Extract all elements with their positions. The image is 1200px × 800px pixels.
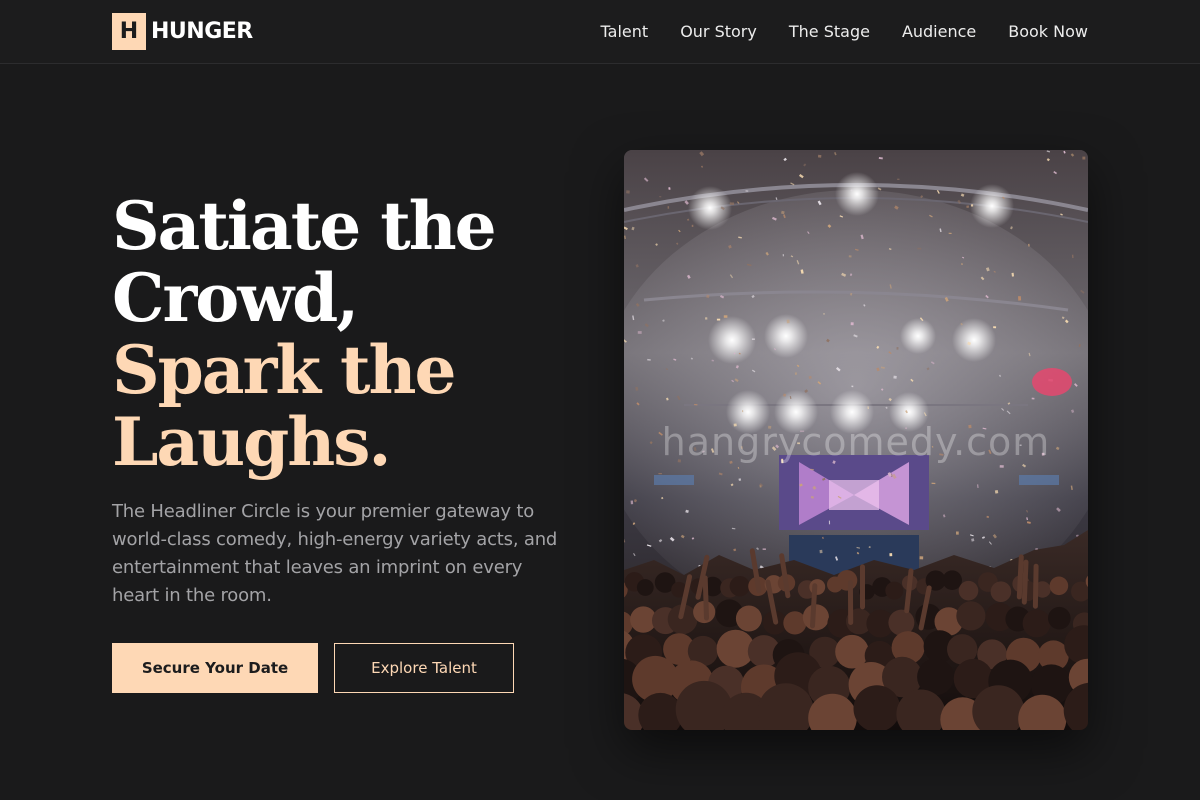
headline-line-1: Satiate the — [112, 187, 497, 265]
headline-line-4: Laughs. — [112, 403, 391, 481]
site-header: H HUNGER Talent Our Story The Stage Audi… — [0, 0, 1200, 64]
logo-wordmark: HUNGER — [151, 19, 253, 44]
image-watermark: hangrycomedy.com — [661, 420, 1051, 464]
nav-item-the-stage[interactable]: The Stage — [789, 22, 870, 41]
brand-logo[interactable]: H HUNGER — [112, 13, 253, 50]
hero-headline: Satiate the Crowd, Spark the Laughs. — [112, 190, 592, 478]
nav-item-book-now[interactable]: Book Now — [1008, 22, 1088, 41]
concert-crowd-image: hangrycomedy.com — [624, 150, 1088, 730]
logo-mark: H — [112, 13, 146, 50]
headline-line-2: Crowd, — [112, 259, 359, 337]
hero-description: The Headliner Circle is your premier gat… — [112, 501, 558, 606]
nav-item-audience[interactable]: Audience — [902, 22, 976, 41]
main-nav: Talent Our Story The Stage Audience Book… — [569, 0, 1088, 62]
secure-your-date-button[interactable]: Secure Your Date — [112, 643, 318, 693]
nav-item-our-story[interactable]: Our Story — [680, 22, 757, 41]
headline-line-3: Spark the — [112, 331, 457, 409]
explore-talent-button[interactable]: Explore Talent — [334, 643, 514, 693]
nav-item-talent[interactable]: Talent — [601, 22, 649, 41]
